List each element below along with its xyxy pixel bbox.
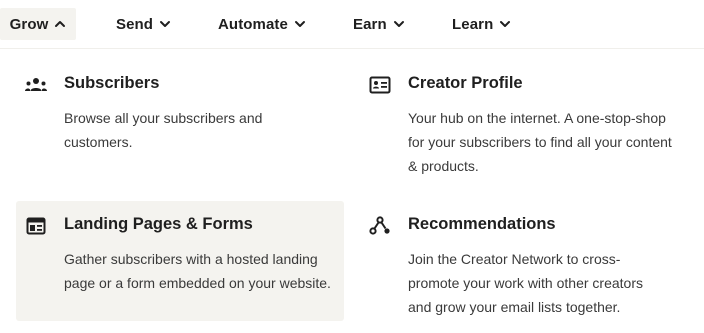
nav-send-menu[interactable]: Send xyxy=(116,8,171,40)
menu-item-creator-profile[interactable]: Creator Profile Your hub on the internet… xyxy=(360,60,690,190)
menu-item-description: Browse all your subscribers and customer… xyxy=(64,110,263,150)
nav-automate-menu[interactable]: Automate xyxy=(218,8,306,40)
top-navigation: Grow Send Automate Earn Learn xyxy=(0,0,704,48)
recommendations-network-icon xyxy=(368,215,392,237)
chevron-down-icon xyxy=(393,18,405,30)
landing-page-icon xyxy=(24,215,48,237)
users-icon xyxy=(24,74,48,96)
menu-item-title: Creator Profile xyxy=(408,74,523,92)
menu-item-description: Gather subscribers with a hosted landing… xyxy=(64,251,331,291)
profile-card-icon xyxy=(368,74,392,96)
menu-item-title: Landing Pages & Forms xyxy=(64,215,253,233)
nav-earn-menu[interactable]: Earn xyxy=(353,8,405,40)
nav-learn-menu[interactable]: Learn xyxy=(452,8,511,40)
nav-learn-label: Learn xyxy=(452,15,494,33)
chevron-up-icon xyxy=(54,18,66,30)
nav-grow-menu[interactable]: Grow xyxy=(0,8,76,40)
menu-item-title: Subscribers xyxy=(64,74,160,92)
chevron-down-icon xyxy=(294,18,306,30)
nav-grow-label: Grow xyxy=(9,15,49,33)
menu-item-recommendations[interactable]: Recommendations Join the Creator Network… xyxy=(360,201,690,321)
nav-automate-label: Automate xyxy=(218,15,288,33)
nav-divider xyxy=(0,48,704,49)
menu-item-subscribers[interactable]: Subscribers Browse all your subscribers … xyxy=(16,60,344,190)
menu-item-description: Join the Creator Network to cross-promot… xyxy=(408,251,643,315)
chevron-down-icon xyxy=(159,18,171,30)
nav-send-label: Send xyxy=(116,15,154,33)
chevron-down-icon xyxy=(499,18,511,30)
nav-earn-label: Earn xyxy=(353,15,387,33)
menu-item-landing-pages-forms[interactable]: Landing Pages & Forms Gather subscribers… xyxy=(16,201,344,321)
menu-item-title: Recommendations xyxy=(408,215,556,233)
menu-item-description: Your hub on the internet. A one-stop-sho… xyxy=(408,110,672,174)
